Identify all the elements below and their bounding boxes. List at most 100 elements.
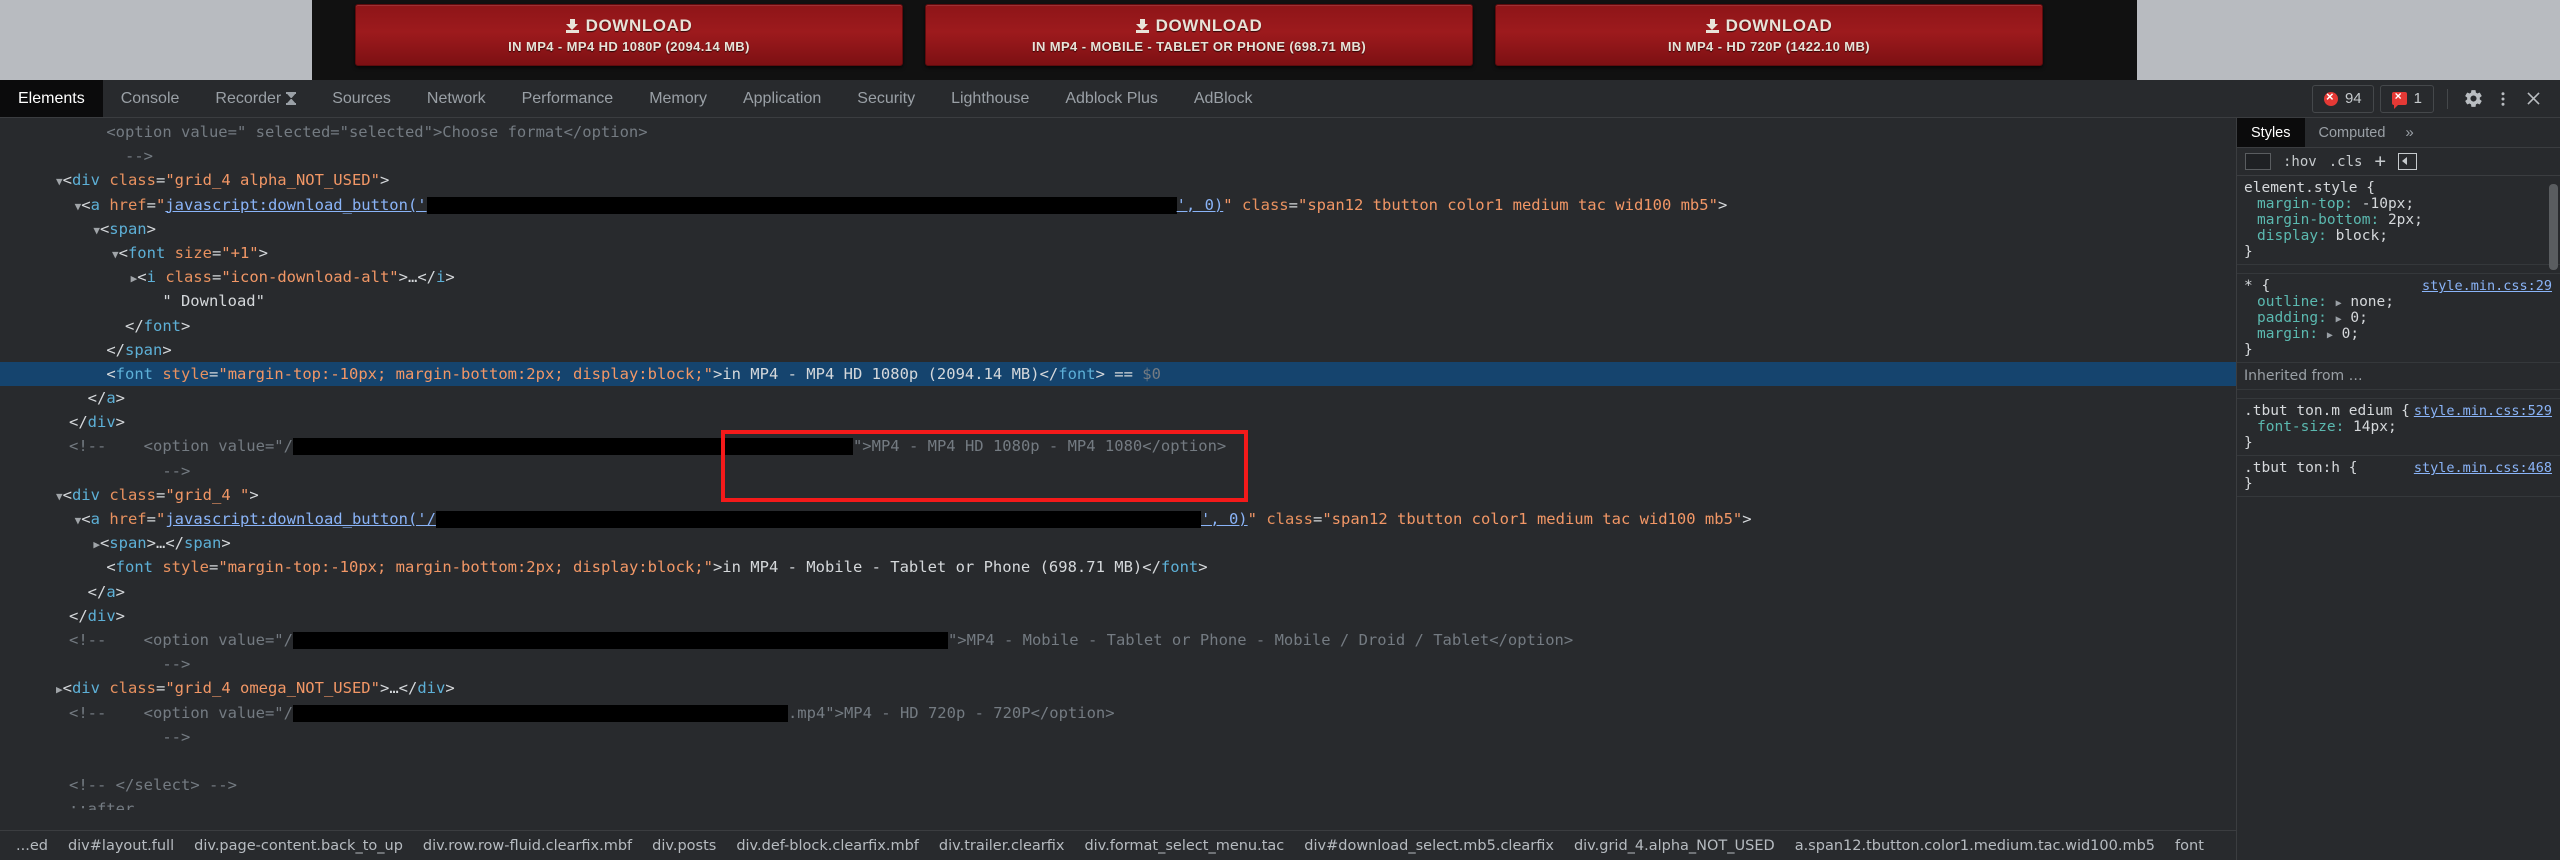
gear-icon[interactable]: [2458, 84, 2488, 114]
dom-node[interactable]: </font>: [0, 314, 2236, 338]
style-rule-source[interactable]: style.min.css:468: [2414, 460, 2552, 476]
breadcrumb[interactable]: ...ed div#layout.full div.page-content.bac…: [0, 830, 2236, 860]
style-declaration[interactable]: outline: ▶ none;: [2244, 294, 2560, 310]
dom-node[interactable]: " Download": [0, 289, 2236, 313]
styles-filter-input[interactable]: [2245, 153, 2271, 170]
breadcrumb-item[interactable]: div.grid_4.alpha_NOT_USED: [1564, 838, 1785, 854]
breadcrumb-item[interactable]: div#download_select.mb5.clearfix: [1294, 838, 1564, 854]
styles-rules-list[interactable]: element.style {margin-top: -10px; margin-…: [2237, 176, 2560, 860]
dom-node[interactable]: ▶<div class="grid_4 omega_NOT_USED">…</d…: [0, 676, 2236, 700]
tab-performance[interactable]: Performance: [504, 80, 632, 117]
breadcrumb-item[interactable]: div.page-content.back_to_up: [184, 838, 413, 854]
tab-sources[interactable]: Sources: [314, 80, 409, 117]
style-declaration[interactable]: margin-top: -10px;: [2244, 196, 2560, 212]
style-rule[interactable]: style.min.css:529 .tbut ton.m edium {font…: [2237, 399, 2560, 456]
computed-sidebar-toggle-icon[interactable]: [2397, 153, 2417, 170]
style-rule[interactable]: element.style {margin-top: -10px; margin-…: [2237, 176, 2560, 265]
dom-node[interactable]: ▶<span>…</span>: [0, 531, 2236, 555]
dom-node[interactable]: <font style="margin-top:-10px; margin-bo…: [0, 555, 2236, 579]
error-count-badge[interactable]: 94: [2311, 84, 2374, 113]
twisty-expanded-icon[interactable]: ▼: [112, 248, 119, 261]
twisty-collapsed-icon[interactable]: ▶: [93, 538, 100, 551]
issue-count-badge[interactable]: 1: [2379, 84, 2434, 113]
dom-node-selected[interactable]: <font style="margin-top:-10px; margin-bo…: [0, 361, 2236, 387]
dom-node[interactable]: [0, 749, 2236, 773]
dom-node[interactable]: <!-- <option value="/">MP4 - MP4 HD 1080…: [0, 434, 2236, 458]
style-declaration[interactable]: padding: ▶ 0;: [2244, 310, 2560, 326]
style-rule[interactable]: </span><span class="sel-name" data-name=…: [2237, 265, 2560, 274]
styles-tab-computed[interactable]: Computed: [2305, 118, 2400, 147]
dom-node[interactable]: </a>: [0, 580, 2236, 604]
dom-tree[interactable]: <option value=" selected="selected">Choo…: [0, 118, 2236, 810]
class-toggle[interactable]: .cls: [2329, 154, 2363, 170]
tab-console[interactable]: Console: [103, 80, 198, 117]
dom-node[interactable]: </span>: [0, 338, 2236, 362]
dom-node[interactable]: <!-- <option value="/">MP4 - Mobile - Ta…: [0, 628, 2236, 652]
close-icon[interactable]: [2518, 84, 2548, 114]
dom-node[interactable]: </div>: [0, 410, 2236, 434]
style-rule-source[interactable]: style.min.css:529: [2414, 403, 2552, 419]
dom-node[interactable]: <!-- <option value="/.mp4">MP4 - HD 720p…: [0, 701, 2236, 725]
dom-node[interactable]: ▼<span>: [0, 217, 2236, 241]
style-declaration[interactable]: font-size: 14px;: [2244, 419, 2560, 435]
tab-recorder[interactable]: Recorder: [197, 80, 314, 117]
dom-node[interactable]: ▼<a href="javascript:download_button('/'…: [0, 507, 2236, 531]
style-declaration[interactable]: margin: ▶ 0;: [2244, 326, 2560, 342]
style-declaration[interactable]: margin-bottom: 2px;: [2244, 212, 2560, 228]
dom-node[interactable]: ▶<i class="icon-download-alt">…</i>: [0, 265, 2236, 289]
dom-node[interactable]: ▼<a href="javascript:download_button(' ',…: [0, 193, 2236, 217]
twisty-expanded-icon[interactable]: ▼: [93, 224, 100, 237]
breadcrumb-item[interactable]: div.row.row-fluid.clearfix.mbf: [413, 838, 642, 854]
style-rule[interactable]: style.min.css:29 * {outline: ▶ none; paddi…: [2237, 274, 2560, 363]
styles-tab-styles[interactable]: Styles: [2237, 118, 2305, 147]
tab-adblock[interactable]: AdBlock: [1176, 80, 1271, 117]
style-rule[interactable]: style.min.css:468 .tbut ton:h {}: [2237, 456, 2560, 497]
dom-node[interactable]: ▼<font size="+1">: [0, 241, 2236, 265]
new-style-rule-button[interactable]: +: [2374, 152, 2385, 171]
dom-node[interactable]: ▼<div class="grid_4 alpha_NOT_USED">: [0, 168, 2236, 192]
twisty-expanded-icon[interactable]: ▼: [56, 490, 63, 503]
breadcrumb-item[interactable]: div.format_select_menu.tac: [1074, 838, 1294, 854]
tab-label: Security: [857, 89, 916, 107]
tab-adblock-plus[interactable]: Adblock Plus: [1047, 80, 1176, 117]
dom-node[interactable]: ::after: [0, 797, 2236, 810]
download-button-mobile[interactable]: DOWNLOAD IN MP4 - MOBILE - TABLET OR PHO…: [925, 4, 1473, 66]
dom-node[interactable]: -->: [0, 725, 2236, 749]
tab-application[interactable]: Application: [725, 80, 839, 117]
style-declaration[interactable]: display: block;: [2244, 228, 2560, 244]
dom-node[interactable]: ▼<div class="grid_4 ">: [0, 483, 2236, 507]
download-button-1080p-label: DOWNLOAD: [585, 16, 693, 35]
twisty-expanded-icon[interactable]: ▼: [56, 175, 63, 188]
tab-elements[interactable]: Elements: [0, 80, 103, 117]
styles-scrollbar[interactable]: [2549, 184, 2558, 270]
breadcrumb-item[interactable]: a.span12.tbutton.color1.medium.tac.wid10…: [1785, 838, 2165, 854]
kebab-menu-icon[interactable]: [2488, 84, 2518, 114]
breadcrumb-item[interactable]: div#layout.full: [58, 838, 184, 854]
download-button-720p[interactable]: DOWNLOAD IN MP4 - HD 720P (1422.10 MB): [1495, 4, 2043, 66]
dom-node[interactable]: <option value=" selected="selected">Choo…: [0, 120, 2236, 144]
styles-more-tabs-icon[interactable]: »: [2405, 118, 2413, 147]
style-rule-selector: *: [2244, 278, 2253, 294]
recorder-icon: [286, 92, 297, 105]
download-icon: [1135, 19, 1149, 33]
dom-node[interactable]: </div>: [0, 604, 2236, 628]
style-rule-source[interactable]: style.min.css:29: [2422, 278, 2552, 294]
breadcrumb-item[interactable]: div.posts: [642, 838, 726, 854]
style-rule[interactable]: </span><span class="sel-name" data-name=…: [2237, 390, 2560, 399]
download-button-1080p[interactable]: DOWNLOAD IN MP4 - MP4 HD 1080P (2094.14 …: [355, 4, 903, 66]
tab-lighthouse[interactable]: Lighthouse: [933, 80, 1047, 117]
dom-node[interactable]: -->: [0, 459, 2236, 483]
breadcrumb-item[interactable]: ...ed: [6, 838, 58, 854]
breadcrumb-item[interactable]: font: [2165, 838, 2214, 854]
tab-network[interactable]: Network: [409, 80, 504, 117]
twisty-collapsed-icon[interactable]: ▶: [56, 683, 63, 696]
hover-state-toggle[interactable]: :hov: [2283, 154, 2317, 170]
dom-node[interactable]: -->: [0, 144, 2236, 168]
breadcrumb-item[interactable]: div.def-block.clearfix.mbf: [726, 838, 929, 854]
tab-memory[interactable]: Memory: [631, 80, 725, 117]
dom-node[interactable]: -->: [0, 652, 2236, 676]
dom-node[interactable]: <!-- </select> -->: [0, 773, 2236, 797]
dom-node[interactable]: </a>: [0, 386, 2236, 410]
tab-security[interactable]: Security: [839, 80, 933, 117]
breadcrumb-item[interactable]: div.trailer.clearfix: [929, 838, 1075, 854]
